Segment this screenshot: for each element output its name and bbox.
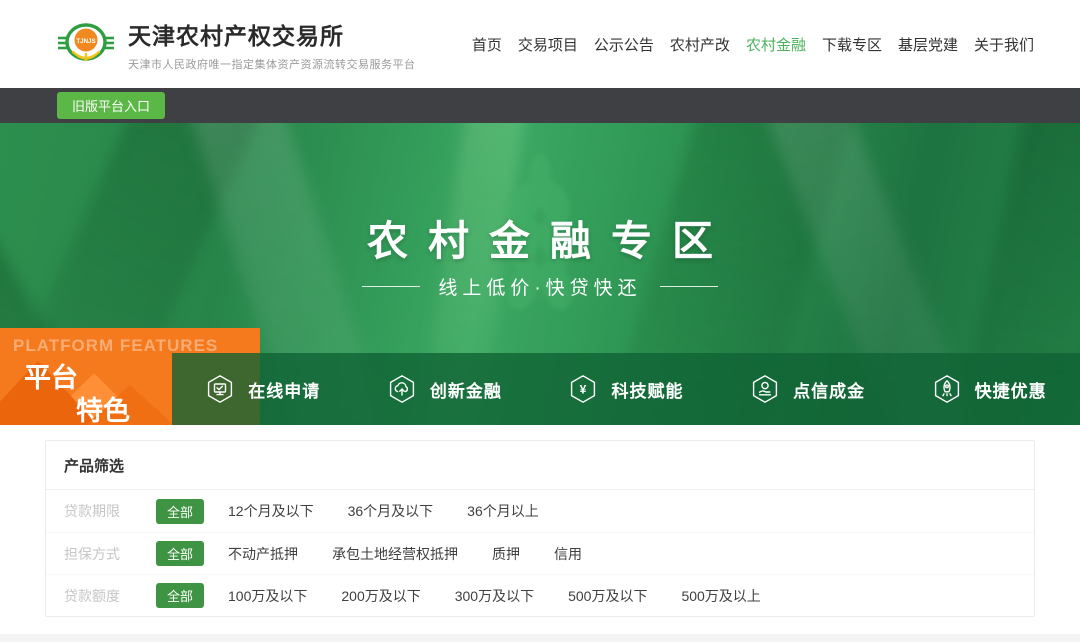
filter-option[interactable]: 300万及以下 bbox=[455, 586, 534, 606]
filter-all-badge[interactable]: 全部 bbox=[156, 541, 204, 566]
filter-row-label: 贷款期限 bbox=[64, 501, 138, 521]
nav-item[interactable]: 交易项目 bbox=[518, 34, 578, 55]
site-header: TJNJS 天津农村产权交易所 天津市人民政府唯一指定集体资产资源流转交易服务平… bbox=[0, 0, 1080, 88]
nav-item[interactable]: 基层党建 bbox=[898, 34, 958, 55]
filter-option[interactable]: 200万及以下 bbox=[341, 586, 420, 606]
nav-item-active[interactable]: 农村金融 bbox=[746, 34, 806, 55]
filter-row-label: 贷款额度 bbox=[64, 586, 138, 606]
site-titles: 天津农村产权交易所 天津市人民政府唯一指定集体资产资源流转交易服务平台 bbox=[128, 17, 416, 72]
filter-option[interactable]: 信用 bbox=[554, 544, 582, 564]
nav-item[interactable]: 公示公告 bbox=[594, 34, 654, 55]
features-menubar: 在线申请 创新金融 ¥ 科技赋能 点信成金 快捷优惠 bbox=[172, 353, 1080, 425]
banner-title: 农村金融专区 bbox=[0, 207, 1080, 267]
footer-strip bbox=[0, 634, 1080, 642]
filter-option[interactable]: 承包土地经营权抵押 bbox=[332, 544, 458, 564]
filter-option[interactable]: 质押 bbox=[492, 544, 520, 564]
feature-menu-label: 点信成金 bbox=[793, 377, 865, 402]
filter-row: 贷款期限全部 12个月及以下 36个月及以下 36个月以上 bbox=[46, 490, 1034, 532]
hero-banner: 农村金融专区 线上低价·快贷快还 PLATFORM FEATURES 平台 特色… bbox=[0, 123, 1080, 425]
product-filter-card: 产品筛选 贷款期限全部12个月及以下36个月及以下36个月以上担保方式全部不动产… bbox=[45, 440, 1035, 617]
banner-subtitle: 线上低价·快贷快还 bbox=[438, 273, 641, 300]
secondary-topbar: 旧版平台入口 bbox=[0, 88, 1080, 123]
nav-item[interactable]: 首页 bbox=[472, 34, 502, 55]
nav-item[interactable]: 关于我们 bbox=[974, 34, 1034, 55]
feature-menu-item[interactable]: 点信成金 bbox=[717, 353, 899, 425]
filter-all-badge[interactable]: 全部 bbox=[156, 583, 204, 608]
hand-coin-icon bbox=[750, 374, 780, 404]
main-content: 产品筛选 贷款期限全部12个月及以下36个月及以下36个月以上担保方式全部不动产… bbox=[0, 440, 1080, 617]
page: TJNJS 天津农村产权交易所 天津市人民政府唯一指定集体资产资源流转交易服务平… bbox=[0, 0, 1080, 642]
monitor-check-icon bbox=[205, 374, 235, 404]
logo-emblem-icon: TJNJS bbox=[57, 15, 115, 73]
nav-item[interactable]: 农村产改 bbox=[670, 34, 730, 55]
filter-options: 100万及以下 200万及以下 300万及以下 500万及以下 500万及以上 bbox=[228, 586, 761, 606]
feature-menu-item[interactable]: 在线申请 bbox=[172, 353, 354, 425]
filter-option[interactable]: 36个月以上 bbox=[467, 501, 539, 521]
filter-option[interactable]: 500万及以下 bbox=[568, 586, 647, 606]
filter-all-badge[interactable]: 全部 bbox=[156, 499, 204, 524]
site-logo[interactable]: TJNJS bbox=[57, 15, 115, 73]
nav-item[interactable]: 下载专区 bbox=[822, 34, 882, 55]
feature-menu-item[interactable]: ¥ 科技赋能 bbox=[535, 353, 717, 425]
features-title-line2: 特色 bbox=[76, 389, 130, 425]
cloud-finance-icon bbox=[387, 374, 417, 404]
feature-menu-label: 科技赋能 bbox=[611, 377, 683, 402]
filter-option[interactable]: 不动产抵押 bbox=[228, 544, 298, 564]
feature-menu-label: 快捷优惠 bbox=[975, 377, 1047, 402]
filter-option[interactable]: 36个月及以下 bbox=[348, 501, 434, 521]
feature-menu-label: 创新金融 bbox=[430, 377, 502, 402]
banner-subtitle-row: 线上低价·快贷快还 bbox=[0, 273, 1080, 300]
feature-menu-item[interactable]: 快捷优惠 bbox=[898, 353, 1080, 425]
filter-option[interactable]: 500万及以上 bbox=[681, 586, 760, 606]
svg-text:¥: ¥ bbox=[580, 383, 587, 397]
filter-row: 担保方式全部 不动产抵押 承包土地经营权抵押 质押 信用 bbox=[46, 532, 1034, 574]
filter-card-title: 产品筛选 bbox=[46, 441, 1034, 489]
old-platform-button[interactable]: 旧版平台入口 bbox=[57, 92, 165, 119]
filter-option[interactable]: 12个月及以下 bbox=[228, 501, 314, 521]
feature-menu-label: 在线申请 bbox=[248, 377, 320, 402]
filter-rows: 贷款期限全部12个月及以下36个月及以下36个月以上担保方式全部不动产抵押承包土… bbox=[46, 490, 1034, 616]
yen-hexagon-icon: ¥ bbox=[568, 374, 598, 404]
filter-row: 贷款额度全部 100万及以下 200万及以下 300万及以下 500万及以下 500万及以… bbox=[46, 574, 1034, 616]
subtitle-line-right bbox=[660, 286, 718, 287]
features-title-line1: 平台 bbox=[24, 356, 78, 395]
feature-menu-item[interactable]: 创新金融 bbox=[354, 353, 536, 425]
filter-options: 12个月及以下 36个月及以下 36个月以上 bbox=[228, 501, 539, 521]
rocket-icon bbox=[932, 374, 962, 404]
site-title: 天津农村产权交易所 bbox=[128, 17, 416, 51]
site-subtitle: 天津市人民政府唯一指定集体资产资源流转交易服务平台 bbox=[128, 56, 416, 72]
logo-text: TJNJS bbox=[76, 38, 95, 45]
filter-options: 不动产抵押 承包土地经营权抵押 质押 信用 bbox=[228, 544, 582, 564]
filter-row-label: 担保方式 bbox=[64, 544, 138, 564]
subtitle-line-left bbox=[362, 286, 420, 287]
main-nav: 首页交易项目公示公告农村产改农村金融下载专区基层党建关于我们 bbox=[472, 34, 1034, 55]
filter-option[interactable]: 100万及以下 bbox=[228, 586, 307, 606]
